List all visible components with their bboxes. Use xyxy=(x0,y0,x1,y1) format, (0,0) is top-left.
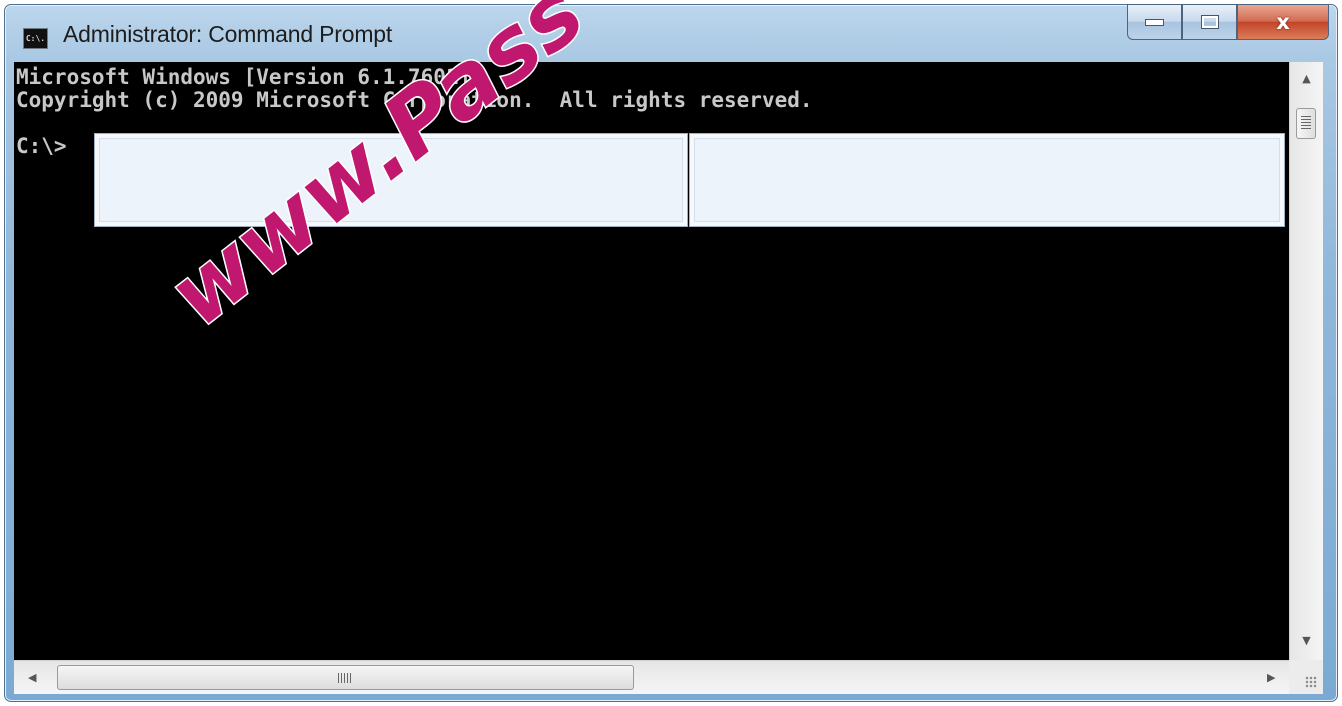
scroll-up-arrow-icon[interactable]: ▲ xyxy=(1290,72,1323,85)
maximize-icon xyxy=(1200,15,1219,29)
resize-grip-icon[interactable] xyxy=(1305,676,1317,688)
answer-box-2[interactable] xyxy=(689,133,1285,227)
cmd-icon[interactable]: C:\. xyxy=(23,28,48,49)
vertical-scrollbar[interactable]: ▲ ▼ xyxy=(1289,62,1323,660)
minimize-icon xyxy=(1145,18,1164,26)
command-prompt: C:\> xyxy=(16,134,67,158)
window-title: Administrator: Command Prompt xyxy=(63,21,393,47)
grip-icon xyxy=(1301,116,1311,129)
answer-box-1[interactable] xyxy=(94,133,688,227)
close-button[interactable]: x xyxy=(1237,4,1329,40)
console-line-copyright: Copyright (c) 2009 Microsoft Corporation… xyxy=(16,88,813,112)
window-controls: x xyxy=(1127,4,1329,40)
scroll-left-arrow-icon[interactable]: ◀ xyxy=(28,661,36,695)
console-line-version: Microsoft Windows [Version 6.1.7601] xyxy=(16,65,472,89)
horizontal-scrollbar[interactable]: ◀ ▶ xyxy=(14,660,1289,694)
vertical-scroll-thumb[interactable] xyxy=(1296,108,1316,139)
grip-icon xyxy=(338,673,352,683)
console-area[interactable]: Microsoft Windows [Version 6.1.7601] Cop… xyxy=(14,62,1289,660)
maximize-button[interactable] xyxy=(1182,4,1237,40)
minimize-button[interactable] xyxy=(1127,4,1182,40)
scroll-right-arrow-icon[interactable]: ▶ xyxy=(1267,661,1275,695)
close-icon: x xyxy=(1276,9,1290,34)
scroll-down-arrow-icon[interactable]: ▼ xyxy=(1290,634,1323,647)
horizontal-scroll-thumb[interactable] xyxy=(57,665,634,690)
resize-corner[interactable] xyxy=(1289,660,1323,694)
